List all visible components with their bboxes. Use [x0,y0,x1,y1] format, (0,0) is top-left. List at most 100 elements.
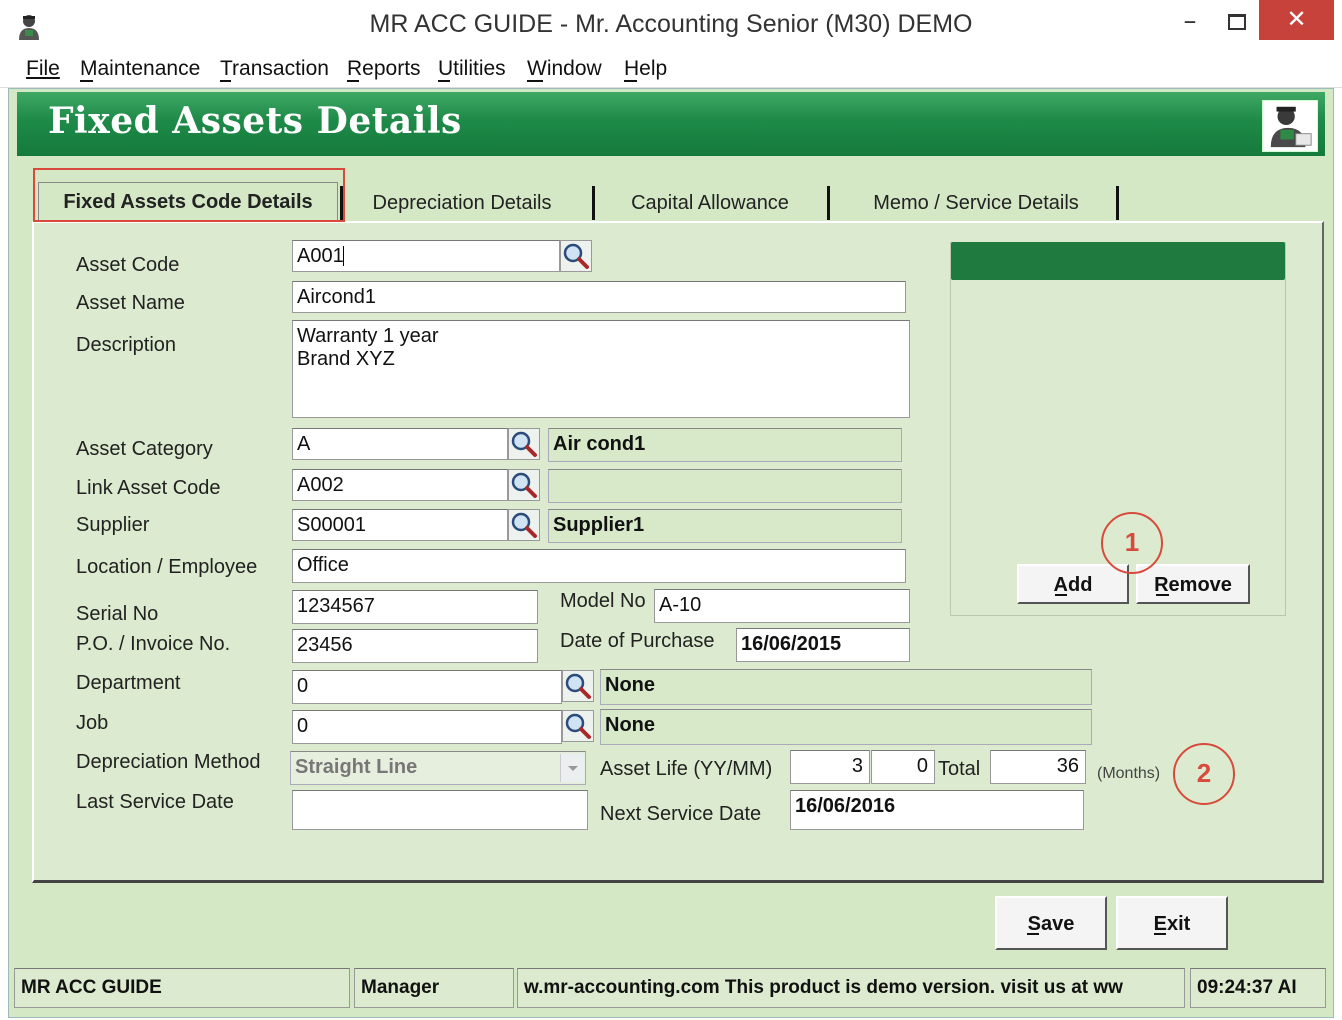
magnifier-icon[interactable] [508,469,540,501]
description-label: Description [76,334,177,356]
po-invoice-input[interactable]: 23456 [292,629,538,663]
magnifier-icon[interactable] [508,428,540,460]
date-of-purchase-label: Date of Purchase [560,630,715,652]
asset-code-input[interactable]: A001 [292,240,560,272]
menu-file-label: File [26,57,60,80]
link-asset-code-input[interactable]: A002 [292,469,508,501]
status-message: w.mr-accounting.com This product is demo… [517,968,1185,1008]
link-asset-code-label: Link Asset Code [76,477,221,499]
mnemonic-underline [220,80,231,82]
asset-name-input[interactable]: Aircond1 [292,281,906,313]
remove-button[interactable]: Remove [1136,564,1250,604]
text-caret [343,246,344,266]
location-label: Location / Employee [76,556,258,578]
mnemonic-underline [1154,933,1166,935]
menu-reports-label: Reports [347,57,421,80]
model-no-label: Model No [560,590,646,612]
exit-button[interactable]: Exit [1116,896,1228,950]
remove-button-label: Remove [1154,574,1232,596]
department-name: None [600,669,1092,705]
next-service-date-input[interactable]: 16/06/2016 [790,790,1084,830]
serial-no-input[interactable]: 1234567 [292,590,538,624]
mnemonic-underline [527,80,543,82]
menu-transaction-label: Transaction [220,57,329,80]
depreciation-method-label: Depreciation Method [76,751,261,773]
menu-reports[interactable]: Reports [347,57,421,81]
magnifier-icon[interactable] [562,670,594,702]
save-button[interactable]: Save [995,896,1107,950]
supplier-name: Supplier1 [548,509,902,543]
menu-maintenance[interactable]: Maintenance [80,57,200,81]
tab-divider [340,186,343,220]
menu-window-label: Window [527,57,602,80]
maximize-button[interactable] [1216,6,1256,44]
mnemonic-underline [347,80,359,82]
po-invoice-label: P.O. / Invoice No. [76,633,231,655]
close-button[interactable]: ✕ [1259,0,1334,40]
asset-life-total-input[interactable]: 36 [990,750,1086,784]
status-user: Manager [354,968,514,1008]
supplier-label: Supplier [76,514,150,536]
tab-divider [1116,186,1119,220]
asset-code-label: Asset Code [76,254,180,276]
location-input[interactable]: Office [292,549,906,583]
asset-life-months-input[interactable]: 0 [871,750,935,784]
magnifier-icon[interactable] [560,240,592,272]
job-label: Job [76,712,109,734]
menu-maintenance-label: Maintenance [80,57,201,80]
status-company: MR ACC GUIDE [14,968,350,1008]
serial-no-label: Serial No [76,603,159,625]
asset-life-years-input[interactable]: 3 [790,750,870,784]
asset-category-input[interactable]: A [292,428,508,460]
app-logo-icon [1262,100,1318,152]
menu-bar [0,52,1342,88]
link-asset-name [548,469,902,503]
window-title: MR ACC GUIDE - Mr. Accounting Senior (M3… [369,10,973,38]
model-no-input[interactable]: A-10 [654,589,910,623]
menu-help[interactable]: Help [624,57,667,81]
magnifier-icon[interactable] [562,710,594,742]
mnemonic-underline [1156,594,1169,596]
menu-utilities-label: Utilities [438,57,506,80]
annotation-marker-1: 1 [1101,512,1163,574]
minimize-button[interactable]: – [1168,6,1212,44]
mnemonic-underline [1055,594,1067,596]
job-name: None [600,709,1092,745]
supplier-input[interactable]: S00001 [292,509,508,541]
save-button-label: Save [1027,913,1075,935]
annotation-marker-2: 2 [1173,743,1235,805]
status-time: 09:24:37 AI [1190,968,1326,1008]
menu-window[interactable]: Window [527,57,602,81]
page-title: Fixed Assets Details [48,100,462,142]
job-input[interactable]: 0 [292,710,562,744]
tab-divider [827,186,830,220]
mnemonic-underline [1027,933,1039,935]
side-list-header [951,242,1285,280]
tab-memo-service-details[interactable]: Memo / Service Details [838,184,1114,222]
add-button[interactable]: Add [1017,564,1129,604]
tab-depreciation-details[interactable]: Depreciation Details [346,184,578,222]
asset-category-name: Air cond1 [548,428,902,462]
depreciation-method-select[interactable]: Straight Line [290,751,586,785]
months-unit-label: (Months) [1097,765,1161,782]
total-label: Total [938,758,981,780]
menu-file[interactable]: File [26,57,60,81]
menu-transaction[interactable]: Transaction [220,57,329,81]
dropdown-button[interactable] [560,754,584,782]
last-service-date-input[interactable] [292,790,588,830]
magnifier-icon[interactable] [508,509,540,541]
mnemonic-underline [80,80,93,82]
description-textarea[interactable]: Warranty 1 year Brand XYZ [292,320,910,418]
next-service-date-label: Next Service Date [600,803,762,825]
menu-utilities[interactable]: Utilities [438,57,506,81]
tab-capital-allowance[interactable]: Capital Allowance [600,184,820,222]
menu-help-label: Help [624,57,668,80]
tab-divider [592,186,595,220]
add-button-label: Add [1053,574,1093,596]
date-of-purchase-input[interactable]: 16/06/2015 [736,628,910,662]
asset-category-label: Asset Category [76,438,213,460]
department-label: Department [76,672,181,694]
mnemonic-underline [438,80,450,82]
mnemonic-underline [624,80,637,82]
department-input[interactable]: 0 [292,670,562,704]
